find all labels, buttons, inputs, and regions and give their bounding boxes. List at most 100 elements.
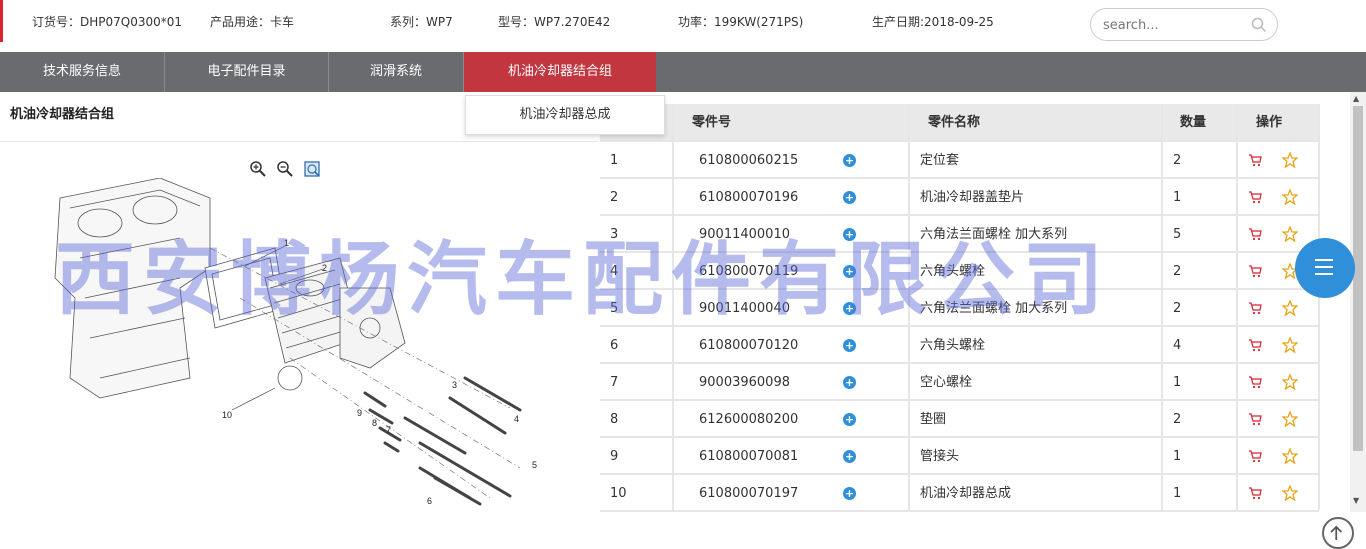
row-index: 3 — [610, 227, 619, 242]
scrollbar-thumb[interactable] — [1353, 106, 1363, 451]
cart-icon[interactable] — [1248, 264, 1262, 278]
row-index: 10 — [610, 486, 627, 501]
col-divider — [1161, 104, 1163, 510]
row-index: 6 — [610, 338, 619, 353]
quantity: 1 — [1173, 486, 1182, 501]
callout-7: 7 — [386, 425, 391, 435]
plus-circle-icon[interactable]: + — [843, 487, 856, 500]
plus-circle-icon[interactable]: + — [843, 376, 856, 389]
zoom-out-icon[interactable] — [276, 160, 294, 178]
series: 系列：WP7 — [390, 15, 453, 29]
star-icon[interactable] — [1281, 188, 1299, 206]
plus-circle-icon[interactable]: + — [843, 302, 856, 315]
part-number: 610800070196 — [699, 190, 799, 205]
part-name: 六角法兰面螺栓 加大系列 — [920, 227, 1068, 242]
part-number: 610800070197 — [699, 486, 799, 501]
model: 型号：WP7.270E42 — [498, 15, 611, 29]
star-icon[interactable] — [1281, 299, 1299, 317]
table-row: 8 612600080200 + 垫圈 2 — [600, 401, 1319, 438]
part-name: 定位套 — [920, 153, 960, 168]
col-divider — [1236, 104, 1238, 510]
plus-circle-icon[interactable]: + — [843, 191, 856, 204]
divider — [0, 141, 598, 142]
part-number: 610800060215 — [699, 153, 799, 168]
row-index: 5 — [610, 301, 619, 316]
scroll-up-arrow-icon[interactable]: ▲ — [1353, 94, 1359, 103]
accent-mark — [0, 0, 3, 42]
col-divider — [1318, 104, 1320, 510]
zoom-in-icon[interactable] — [249, 160, 267, 178]
quantity: 1 — [1173, 375, 1182, 390]
tab-parts-catalog[interactable]: 电子配件目录 — [165, 52, 329, 92]
tab-tech-service[interactable]: 技术服务信息 — [0, 52, 165, 92]
table-row: 7 90003960098 + 空心螺栓 1 — [600, 364, 1319, 401]
table-row: 6 610800070120 + 六角头螺栓 4 — [600, 327, 1319, 364]
search-box[interactable] — [1090, 8, 1278, 41]
table-row: 3 90011400010 + 六角法兰面螺栓 加大系列 5 — [600, 216, 1319, 253]
part-name: 六角头螺栓 — [920, 338, 986, 353]
plus-circle-icon[interactable]: + — [843, 154, 856, 167]
cart-icon[interactable] — [1248, 338, 1262, 352]
star-icon[interactable] — [1281, 373, 1299, 391]
star-icon[interactable] — [1281, 225, 1299, 243]
part-name: 机油冷却器盖垫片 — [920, 190, 1025, 205]
part-number: 90011400040 — [699, 301, 790, 316]
col-part-number: 零件号 — [692, 115, 732, 130]
quantity: 4 — [1173, 338, 1182, 353]
fit-icon[interactable] — [303, 160, 321, 178]
search-icon[interactable] — [1251, 17, 1267, 33]
plus-circle-icon[interactable]: + — [843, 413, 856, 426]
scrollbar[interactable]: ▲ ▼ — [1350, 92, 1366, 512]
callout-6: 6 — [427, 496, 432, 506]
plus-circle-icon[interactable]: + — [843, 339, 856, 352]
cart-icon[interactable] — [1248, 412, 1262, 426]
search-input[interactable] — [1103, 16, 1243, 34]
star-icon[interactable] — [1281, 410, 1299, 428]
part-name: 空心螺栓 — [920, 375, 973, 390]
table-row: 1 610800060215 + 定位套 2 — [600, 142, 1319, 179]
quantity: 1 — [1173, 449, 1182, 464]
cart-icon[interactable] — [1248, 153, 1262, 167]
tab-lubrication[interactable]: 润滑系统 — [329, 52, 464, 92]
quantity: 2 — [1173, 412, 1182, 427]
star-icon[interactable] — [1281, 447, 1299, 465]
part-number: 612600080200 — [699, 412, 799, 427]
part-name: 管接头 — [920, 449, 960, 464]
part-number: 90003960098 — [699, 375, 790, 390]
cart-icon[interactable] — [1248, 301, 1262, 315]
part-name: 垫圈 — [920, 412, 947, 427]
dropdown-item-oil-cooler-assembly[interactable]: 机油冷却器总成 — [465, 95, 665, 135]
cart-icon[interactable] — [1248, 449, 1262, 463]
order-number: 订货号：DHP07Q0300*01 — [32, 15, 183, 29]
star-icon[interactable] — [1281, 151, 1299, 169]
plus-circle-icon[interactable]: + — [843, 450, 856, 463]
table-row: 4 610800070119 + 六角头螺栓 2 — [600, 253, 1319, 290]
parts-table: 零件号 零件名称 数量 操作 1 610800060215 + 定位套 2 2 610800… — [600, 104, 1320, 512]
quantity: 2 — [1173, 301, 1182, 316]
product-usage: 产品用途：卡车 — [210, 15, 295, 29]
quantity: 1 — [1173, 190, 1182, 205]
table-row: 2 610800070196 + 机油冷却器盖垫片 1 — [600, 179, 1319, 216]
star-icon[interactable] — [1281, 484, 1299, 502]
cart-icon[interactable] — [1248, 486, 1262, 500]
callout-8: 8 — [372, 418, 377, 428]
plus-circle-icon[interactable]: + — [843, 265, 856, 278]
cart-icon[interactable] — [1248, 190, 1262, 204]
back-to-top-button[interactable] — [1322, 517, 1354, 549]
floating-menu-button[interactable] — [1295, 238, 1355, 298]
cart-icon[interactable] — [1248, 375, 1262, 389]
menu-icon — [1315, 259, 1333, 280]
star-icon[interactable] — [1281, 336, 1299, 354]
part-number: 610800070081 — [699, 449, 799, 464]
part-number: 610800070120 — [699, 338, 799, 353]
col-actions: 操作 — [1256, 115, 1283, 130]
cart-icon[interactable] — [1248, 227, 1262, 241]
table-row: 9 610800070081 + 管接头 1 — [600, 438, 1319, 475]
tab-oil-cooler-group[interactable]: 机油冷却器结合组 — [464, 52, 656, 92]
plus-circle-icon[interactable]: + — [843, 228, 856, 241]
main-nav: 技术服务信息 电子配件目录 润滑系统 机油冷却器结合组 — [0, 52, 1366, 92]
callout-9: 9 — [357, 408, 362, 418]
row-index: 8 — [610, 412, 619, 427]
quantity: 2 — [1173, 264, 1182, 279]
scroll-down-arrow-icon[interactable]: ▼ — [1353, 496, 1359, 505]
